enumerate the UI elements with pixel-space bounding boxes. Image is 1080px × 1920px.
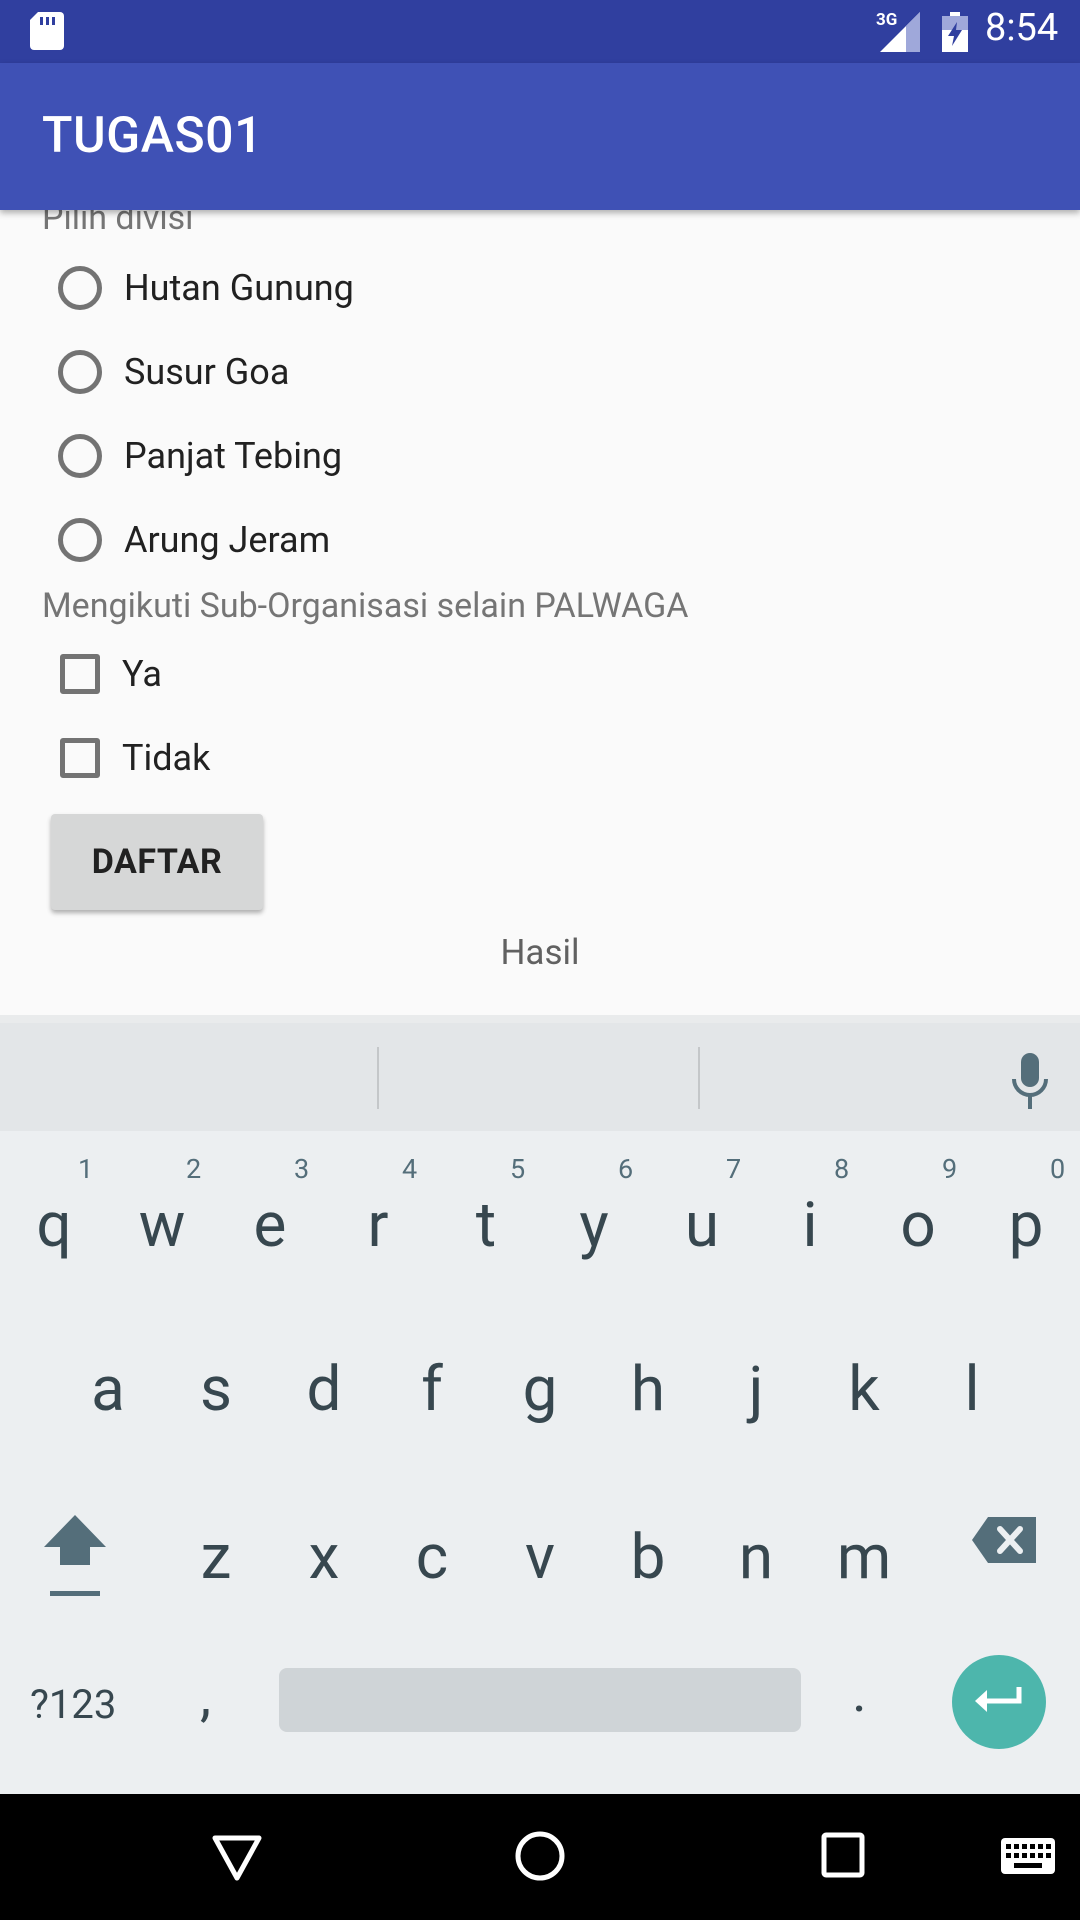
- radio-button-icon[interactable]: [58, 350, 102, 394]
- enter-arrow-icon: [975, 1687, 1022, 1712]
- checkbox-label: Ya: [122, 653, 162, 695]
- radio-panjat-tebing[interactable]: Panjat Tebing: [52, 414, 342, 498]
- clock: 8:54: [985, 6, 1059, 50]
- recents-nav-icon[interactable]: [821, 1832, 865, 1878]
- key-hint: 9: [942, 1153, 958, 1185]
- radio-label: Panjat Tebing: [124, 435, 343, 477]
- checkbox-tidak[interactable]: Tidak: [52, 716, 210, 800]
- keyboard-switch-icon[interactable]: [1001, 1838, 1055, 1874]
- key-b[interactable]: b: [594, 1493, 702, 1623]
- radio-button-icon[interactable]: [58, 434, 102, 478]
- key-x[interactable]: x: [270, 1493, 378, 1623]
- key-hint: 4: [402, 1153, 418, 1185]
- suggestion-divider: [698, 1047, 700, 1109]
- key-h[interactable]: h: [594, 1325, 702, 1455]
- home-nav-icon[interactable]: [514, 1830, 566, 1882]
- soft-keyboard: q w e r t y u i o p 1 2 3 4 5 6 7 8 9 0 …: [0, 1015, 1080, 1794]
- key-v[interactable]: v: [486, 1493, 594, 1623]
- sub-org-section-label: Mengikuti Sub-Organisasi selain PALWAGA: [42, 586, 689, 626]
- key-hint: 8: [834, 1153, 850, 1185]
- backspace-icon[interactable]: [972, 1515, 1038, 1565]
- key-hint: 5: [510, 1153, 526, 1185]
- key-hint: 3: [294, 1153, 310, 1185]
- key-hint: 0: [1050, 1153, 1066, 1185]
- app-title: TUGAS01: [42, 107, 264, 165]
- key-n[interactable]: n: [702, 1493, 810, 1623]
- daftar-button[interactable]: DAFTAR: [51, 814, 263, 910]
- suggestion-strip: [0, 1023, 1080, 1131]
- symbols-key[interactable]: ?123: [30, 1681, 116, 1728]
- key-k[interactable]: k: [810, 1325, 918, 1455]
- key-hint: 6: [618, 1153, 634, 1185]
- key-s[interactable]: s: [162, 1325, 270, 1455]
- radio-label: Hutan Gunung: [124, 267, 354, 309]
- navigation-bar: [0, 1794, 1080, 1920]
- key-hint: 7: [726, 1153, 742, 1185]
- checkbox-icon[interactable]: [60, 738, 100, 778]
- checkbox-icon[interactable]: [60, 654, 100, 694]
- app-bar: TUGAS01: [0, 63, 1080, 210]
- battery-charging-icon: [942, 12, 968, 52]
- form-content: Pilih divisi Hutan Gunung Susur Goa Panj…: [0, 210, 1080, 1015]
- radio-susur-goa[interactable]: Susur Goa: [52, 330, 289, 414]
- key-f[interactable]: f: [378, 1325, 486, 1455]
- checkbox-label: Tidak: [122, 737, 211, 779]
- enter-key[interactable]: [952, 1655, 1046, 1749]
- radio-arung-jeram[interactable]: Arung Jeram: [52, 498, 330, 582]
- checkbox-ya[interactable]: Ya: [52, 632, 162, 716]
- signal-icon: [880, 12, 920, 52]
- key-l[interactable]: l: [918, 1325, 1026, 1455]
- key-c[interactable]: c: [378, 1493, 486, 1623]
- radio-label: Susur Goa: [124, 351, 290, 393]
- key-g[interactable]: g: [486, 1325, 594, 1455]
- key-m[interactable]: m: [810, 1493, 918, 1623]
- key-a[interactable]: a: [54, 1325, 162, 1455]
- suggestion-divider: [377, 1047, 379, 1109]
- result-text: Hasil: [500, 932, 580, 973]
- radio-button-icon[interactable]: [58, 518, 102, 562]
- sd-card-icon: [30, 12, 64, 50]
- shift-icon[interactable]: [42, 1511, 108, 1601]
- key-j[interactable]: j: [702, 1325, 810, 1455]
- radio-button-icon[interactable]: [58, 266, 102, 310]
- key-hint: 1: [78, 1153, 94, 1185]
- comma-key[interactable]: ,: [200, 1663, 211, 1729]
- space-bar[interactable]: [279, 1668, 801, 1732]
- key-hint: 2: [186, 1153, 202, 1185]
- radio-label: Arung Jeram: [124, 519, 331, 561]
- status-bar: 3G 8:54: [0, 0, 1080, 63]
- radio-hutan-gunung[interactable]: Hutan Gunung: [52, 246, 354, 330]
- microphone-icon[interactable]: [1010, 1053, 1050, 1109]
- period-key[interactable]: .: [852, 1659, 867, 1725]
- key-d[interactable]: d: [270, 1325, 378, 1455]
- key-z[interactable]: z: [162, 1493, 270, 1623]
- division-section-label: Pilih divisi: [42, 210, 194, 238]
- back-nav-icon[interactable]: [212, 1832, 262, 1882]
